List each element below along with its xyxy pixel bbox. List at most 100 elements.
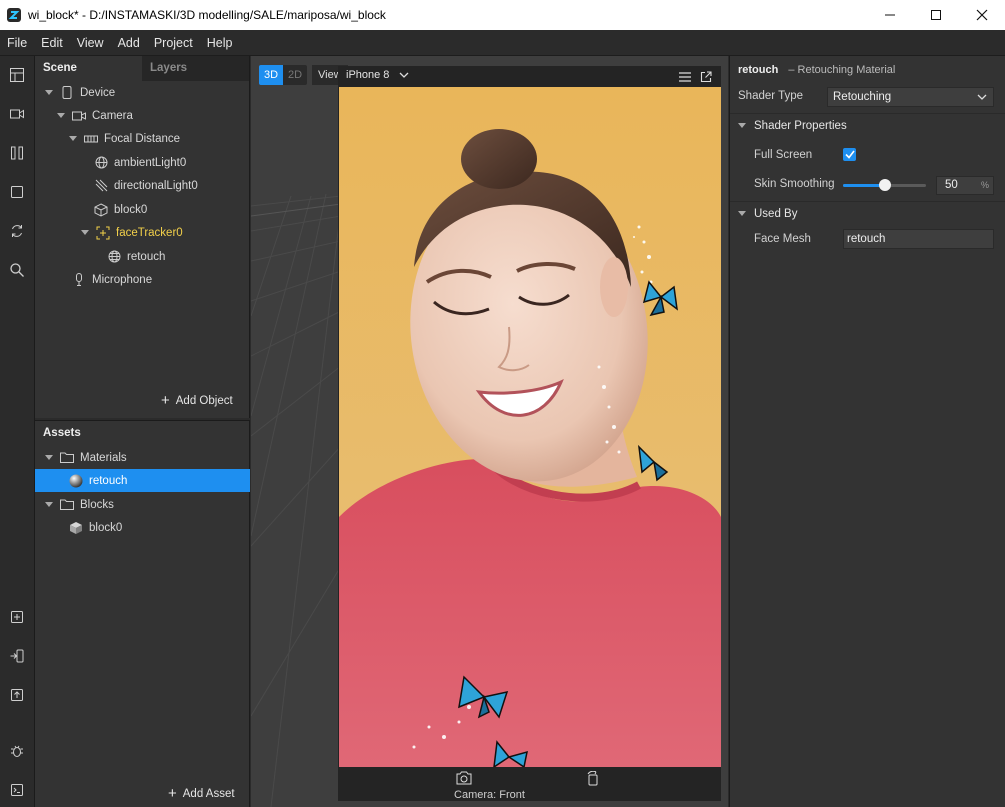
tree-item-device[interactable]: Device bbox=[44, 81, 115, 104]
bug-icon bbox=[11, 745, 23, 757]
viewport[interactable]: 3D 2D View iPhone 8 Camera: Front bbox=[251, 56, 728, 807]
menu-view[interactable]: View bbox=[70, 36, 111, 50]
tree-item-label: retouch bbox=[127, 250, 166, 263]
tree-item-face-tracker[interactable]: faceTracker0 bbox=[80, 221, 183, 244]
mode-3d-button[interactable]: 3D bbox=[259, 65, 283, 85]
folder-icon bbox=[60, 451, 74, 465]
caret-down-icon[interactable] bbox=[56, 111, 66, 121]
tree-item-label: faceTracker0 bbox=[116, 226, 183, 239]
skin-smoothing-slider[interactable] bbox=[843, 179, 926, 191]
device-simulator: iPhone 8 bbox=[338, 66, 721, 801]
video-button[interactable] bbox=[7, 104, 27, 124]
tree-item-block0[interactable]: block0 bbox=[94, 198, 147, 221]
device-select[interactable]: iPhone 8 bbox=[346, 69, 409, 81]
tree-item-microphone[interactable]: Microphone bbox=[72, 268, 152, 291]
add-object-label: Add Object bbox=[175, 395, 233, 407]
asset-folder-materials[interactable]: Materials bbox=[44, 446, 127, 469]
pop-out-button[interactable] bbox=[697, 68, 715, 86]
close-button[interactable] bbox=[959, 0, 1005, 30]
window-controls bbox=[867, 0, 1005, 30]
search-icon bbox=[10, 263, 24, 277]
caret-down-icon[interactable] bbox=[80, 228, 90, 238]
inspector-object-type: – Retouching Material bbox=[788, 64, 896, 76]
skin-smoothing-value: 50 bbox=[945, 179, 958, 191]
focal-distance-icon bbox=[84, 132, 98, 146]
skin-smoothing-input[interactable]: 50 % bbox=[936, 176, 994, 195]
minimize-icon bbox=[885, 14, 895, 16]
caret-down-icon bbox=[738, 123, 746, 128]
section-label: Used By bbox=[754, 208, 798, 220]
add-object-button[interactable]: + Add Object bbox=[161, 393, 233, 408]
minimize-button[interactable] bbox=[867, 0, 913, 30]
tree-item-label: directionalLight0 bbox=[114, 179, 198, 192]
chevron-down-icon bbox=[977, 94, 987, 100]
globe-light-icon bbox=[94, 156, 108, 170]
menu-edit[interactable]: Edit bbox=[34, 36, 70, 50]
tree-item-label: Blocks bbox=[80, 498, 114, 511]
menu-project[interactable]: Project bbox=[147, 36, 200, 50]
menu-file[interactable]: File bbox=[0, 36, 34, 50]
debug-button[interactable] bbox=[7, 741, 27, 761]
camera-preview[interactable] bbox=[339, 87, 721, 767]
caret-down-icon[interactable] bbox=[44, 500, 54, 510]
camera-icon bbox=[72, 109, 86, 123]
console-button[interactable] bbox=[7, 780, 27, 800]
patch-editor-button[interactable] bbox=[7, 143, 27, 163]
menu-help[interactable]: Help bbox=[200, 36, 240, 50]
frame-button[interactable] bbox=[7, 182, 27, 202]
upload-button[interactable] bbox=[7, 685, 27, 705]
tab-scene[interactable]: Scene bbox=[35, 56, 142, 81]
camera-label: Camera: Front bbox=[454, 789, 525, 801]
send-to-device-button[interactable] bbox=[7, 646, 27, 666]
tree-item-camera[interactable]: Camera bbox=[56, 104, 133, 127]
flip-camera-button[interactable] bbox=[586, 770, 600, 789]
device-bottom-bar bbox=[338, 767, 721, 791]
add-asset-button[interactable]: + Add Asset bbox=[168, 786, 235, 801]
percent-unit: % bbox=[980, 180, 989, 190]
caret-down-icon[interactable] bbox=[68, 134, 78, 144]
slider-handle[interactable] bbox=[879, 179, 891, 191]
folder-icon bbox=[60, 498, 74, 512]
tree-item-label: Camera bbox=[92, 109, 133, 122]
full-screen-checkbox[interactable] bbox=[843, 148, 856, 161]
search-button[interactable] bbox=[7, 260, 27, 280]
device-toolbar-right bbox=[673, 68, 715, 86]
menu-button[interactable] bbox=[676, 68, 694, 86]
checkmark-icon bbox=[844, 150, 855, 159]
scene-tabs: Scene Layers bbox=[35, 56, 249, 81]
menu-add[interactable]: Add bbox=[111, 36, 147, 50]
left-toolbar bbox=[0, 56, 35, 807]
tree-item-label: block0 bbox=[89, 521, 123, 534]
tree-item-retouch-mesh[interactable]: retouch bbox=[107, 245, 165, 268]
caret-down-icon[interactable] bbox=[44, 453, 54, 463]
external-link-icon bbox=[700, 71, 712, 83]
phone-icon bbox=[60, 86, 74, 100]
import-button[interactable] bbox=[7, 607, 27, 627]
block-cube-icon bbox=[69, 521, 83, 535]
tree-item-focal-distance[interactable]: Focal Distance bbox=[68, 127, 180, 150]
selected-row-highlight bbox=[35, 469, 250, 492]
asset-block0[interactable]: block0 bbox=[69, 516, 122, 539]
tree-item-ambient-light[interactable]: ambientLight0 bbox=[94, 151, 186, 174]
layout-button[interactable] bbox=[7, 65, 27, 85]
maximize-button[interactable] bbox=[913, 0, 959, 30]
refresh-button[interactable] bbox=[7, 221, 27, 241]
used-by-section[interactable]: Used By bbox=[730, 201, 1005, 226]
scene-panel: Scene Layers Device Camera Focal Distanc… bbox=[35, 56, 250, 418]
face-mesh-field[interactable]: retouch bbox=[843, 229, 994, 249]
shader-properties-section[interactable]: Shader Properties bbox=[730, 113, 1005, 138]
tree-item-directional-light[interactable]: directionalLight0 bbox=[94, 174, 198, 197]
tree-item-label: Microphone bbox=[92, 273, 153, 286]
title-bar: wi_block* - D:/INSTAMASKI/3D modelling/S… bbox=[0, 0, 1005, 30]
tab-layers[interactable]: Layers bbox=[142, 56, 249, 81]
full-screen-label: Full Screen bbox=[754, 149, 813, 161]
asset-material-retouch[interactable]: retouch bbox=[69, 469, 127, 492]
shader-type-select[interactable]: Retouching bbox=[827, 87, 994, 107]
inspector-header: retouch – Retouching Material bbox=[738, 64, 895, 76]
mode-2d-button[interactable]: 2D bbox=[283, 65, 307, 85]
tree-item-label: Focal Distance bbox=[104, 132, 181, 145]
screenshot-button[interactable] bbox=[456, 771, 472, 788]
menu-bar: File Edit View Add Project Help bbox=[0, 30, 1005, 56]
caret-down-icon[interactable] bbox=[44, 88, 54, 98]
asset-folder-blocks[interactable]: Blocks bbox=[44, 493, 114, 516]
